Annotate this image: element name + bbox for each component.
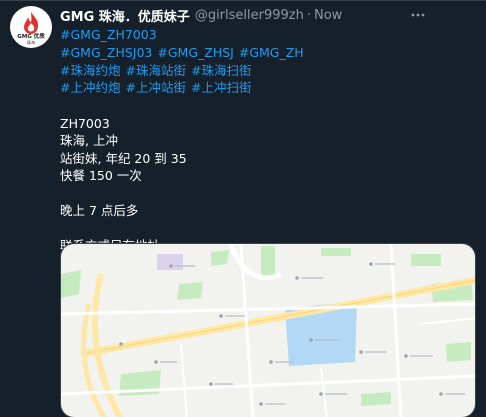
- body-line: 站街妹, 年纪 20 到 35: [60, 150, 187, 166]
- map-image[interactable]: [60, 243, 476, 417]
- hashtag-block: #GMG_ZH7003 #GMG_ZHSJ03 #GMG_ZHSJ #GMG_ZH …: [60, 26, 478, 97]
- more-options-icon[interactable]: [410, 7, 426, 23]
- hashtag-line: #GMG_ZHSJ03 #GMG_ZHSJ #GMG_ZH: [60, 44, 478, 62]
- hashtag-line: #GMG_ZH7003: [60, 26, 478, 44]
- hashtag-link[interactable]: #上冲站街: [125, 80, 185, 95]
- hashtag-link[interactable]: #上冲约炮: [60, 80, 120, 95]
- hashtag-link[interactable]: #珠海扫街: [191, 63, 251, 78]
- tweet-content: GMG 珠海．优质妹子 @girlseller999zh · Now #GMG_…: [60, 1, 478, 255]
- hashtag-link[interactable]: #GMG_ZHSJ: [157, 45, 233, 60]
- hashtag-link[interactable]: #GMG_ZH: [239, 45, 304, 60]
- hashtag-link[interactable]: #珠海站街: [125, 63, 185, 78]
- tweet-timestamp[interactable]: Now: [314, 8, 342, 23]
- hashtag-link[interactable]: #珠海约炮: [60, 63, 120, 78]
- avatar[interactable]: GMG 优质 珠海: [10, 6, 52, 48]
- hashtag-link[interactable]: #GMG_ZH7003: [60, 27, 157, 42]
- body-line: ZH7003: [60, 115, 110, 131]
- author-display-name[interactable]: GMG 珠海．优质妹子: [60, 6, 190, 25]
- separator-dot: ·: [306, 8, 311, 23]
- body-blank-line: [60, 220, 478, 238]
- avatar-subtext: 珠海: [27, 40, 35, 45]
- hashtag-link[interactable]: #GMG_ZHSJ03: [60, 45, 152, 60]
- hashtag-line: #上冲约炮 #上冲站街 #上冲扫街: [60, 79, 478, 97]
- author-handle[interactable]: @girlseller999zh: [195, 8, 304, 23]
- tweet-body: ZH7003 珠海, 上冲 站街妹, 年纪 20 到 35 快餐 150 一次 …: [60, 115, 478, 255]
- map-image-graphic: [61, 244, 475, 417]
- body-line: 珠海, 上冲: [60, 133, 118, 149]
- body-line: 晚上 7 点后多: [60, 203, 139, 219]
- hashtag-line: #珠海约炮 #珠海站街 #珠海扫街: [60, 62, 478, 80]
- hashtag-link[interactable]: #上冲扫街: [191, 80, 251, 95]
- body-line: 快餐 150 一次: [60, 168, 142, 184]
- body-blank-line: [60, 185, 478, 203]
- tweet[interactable]: GMG 优质 珠海 GMG 珠海．优质妹子 @girlseller999zh ·…: [0, 0, 486, 417]
